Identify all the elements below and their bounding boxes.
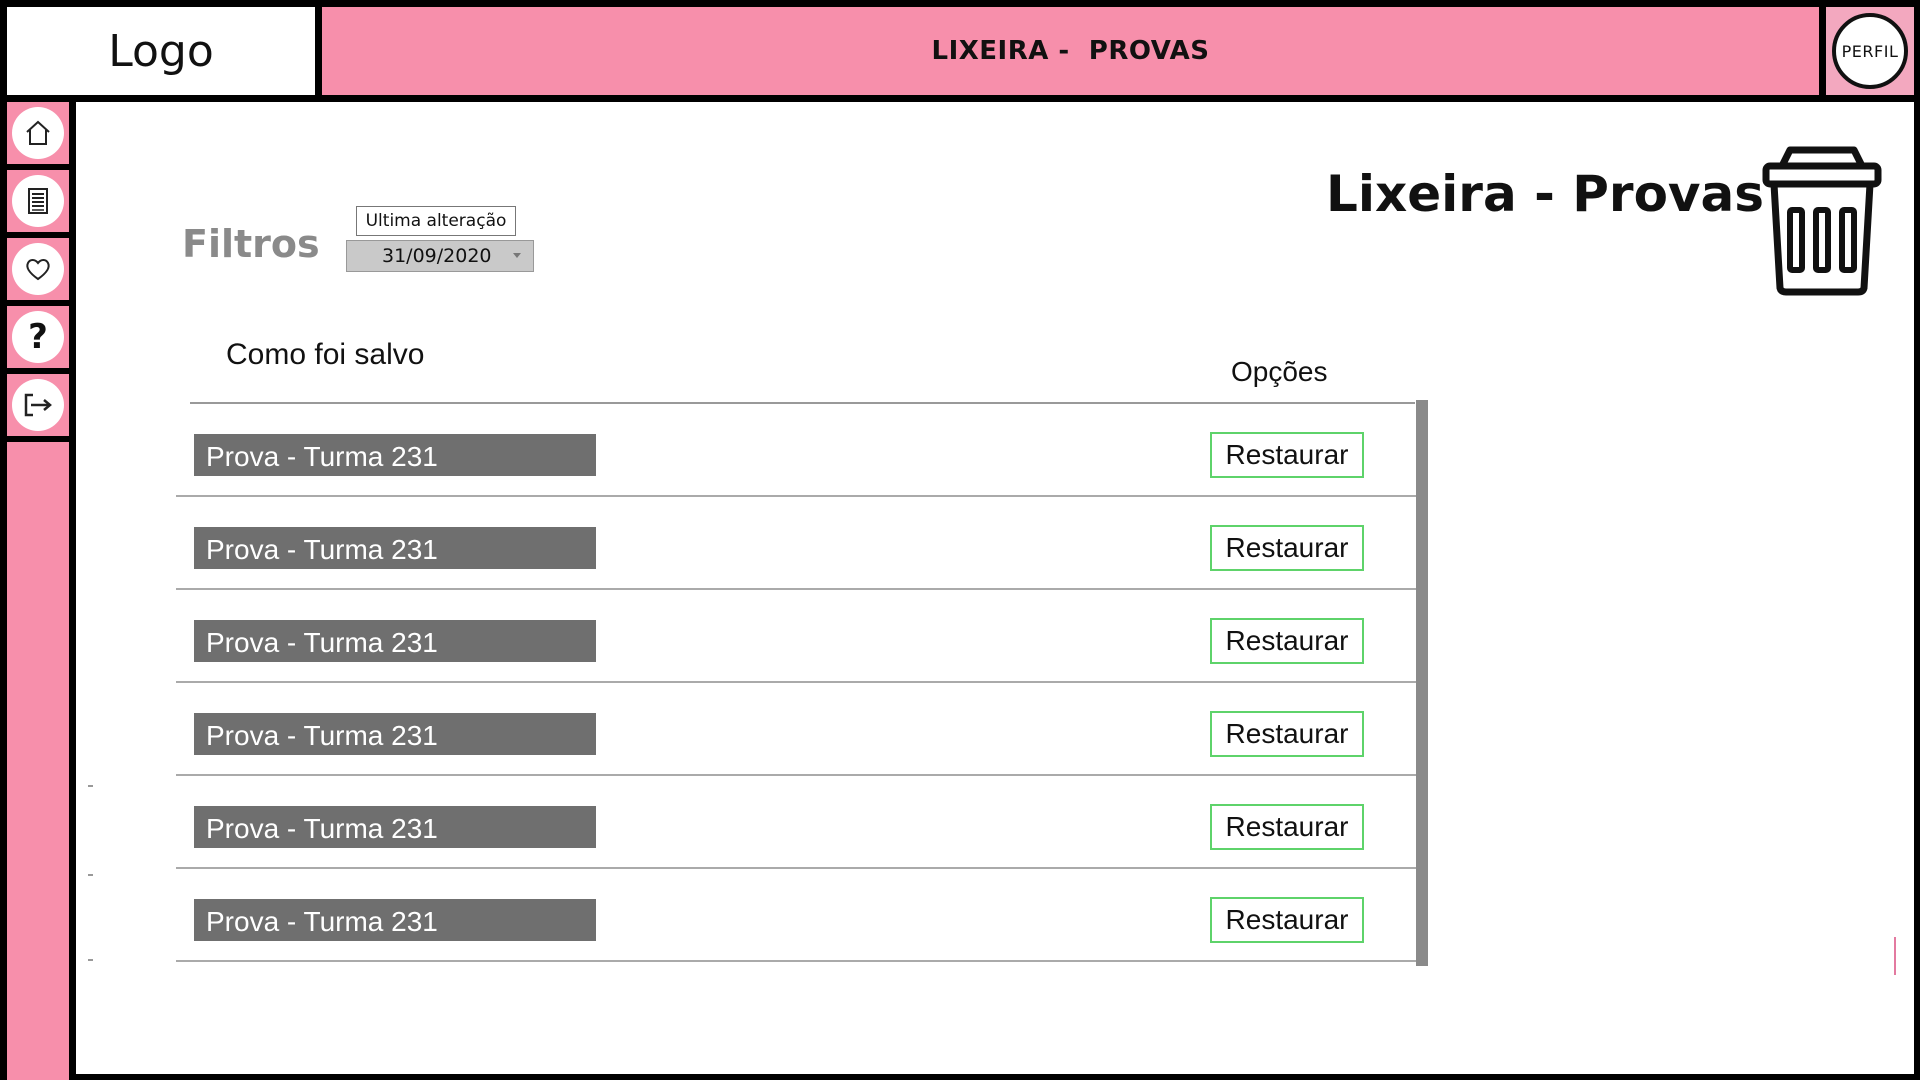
column-header-name: Como foi salvo bbox=[226, 338, 425, 371]
row-name: Prova - Turma 231 bbox=[194, 527, 596, 569]
logo[interactable]: Logo bbox=[7, 7, 315, 95]
table-row: Prova - Turma 231 Restaurar bbox=[176, 404, 1416, 497]
restore-button[interactable]: Restaurar bbox=[1210, 804, 1364, 850]
divider bbox=[1894, 937, 1896, 975]
divider bbox=[88, 959, 93, 961]
filters-label: Filtros bbox=[182, 222, 320, 266]
row-name: Prova - Turma 231 bbox=[194, 434, 596, 476]
row-name: Prova - Turma 231 bbox=[194, 713, 596, 755]
table-row: Prova - Turma 231 Restaurar bbox=[176, 590, 1416, 683]
profile-button[interactable]: PERFIL bbox=[1832, 13, 1908, 89]
column-header-options: Opções bbox=[1231, 356, 1328, 387]
sidebar-item-help[interactable]: ? bbox=[7, 306, 69, 368]
restore-button[interactable]: Restaurar bbox=[1210, 711, 1364, 757]
table-row: Prova - Turma 231 Restaurar bbox=[176, 683, 1416, 776]
restore-button[interactable]: Restaurar bbox=[1210, 618, 1364, 664]
profile-area: PERFIL bbox=[1826, 7, 1914, 95]
table-row: Prova - Turma 231 Restaurar bbox=[176, 869, 1416, 962]
restore-button[interactable]: Restaurar bbox=[1210, 432, 1364, 478]
restore-button[interactable]: Restaurar bbox=[1210, 525, 1364, 571]
divider bbox=[88, 785, 93, 787]
row-name: Prova - Turma 231 bbox=[194, 806, 596, 848]
sidebar-item-favorites[interactable] bbox=[7, 238, 69, 300]
trash-icon bbox=[1762, 146, 1882, 296]
restore-button[interactable]: Restaurar bbox=[1210, 897, 1364, 943]
logout-icon bbox=[24, 393, 52, 417]
row-name: Prova - Turma 231 bbox=[194, 620, 596, 662]
chevron-down-icon bbox=[513, 253, 521, 258]
home-icon bbox=[26, 120, 50, 145]
date-filter-select[interactable]: 31/09/2020 bbox=[346, 240, 534, 272]
scrollbar[interactable] bbox=[1416, 400, 1428, 966]
page-title: Lixeira - Provas bbox=[1326, 165, 1765, 223]
document-icon bbox=[28, 188, 48, 214]
row-name: Prova - Turma 231 bbox=[194, 899, 596, 941]
table-row: Prova - Turma 231 Restaurar bbox=[176, 776, 1416, 869]
sidebar: ? bbox=[7, 102, 69, 1080]
sidebar-item-home[interactable] bbox=[7, 102, 69, 164]
date-filter-value: 31/09/2020 bbox=[382, 245, 492, 267]
main-content: Lixeira - Provas Filtros Ultima alteraçã… bbox=[76, 102, 1914, 1074]
date-filter-caption: Ultima alteração bbox=[356, 206, 516, 236]
help-icon: ? bbox=[28, 317, 48, 357]
sidebar-item-logout[interactable] bbox=[7, 374, 69, 436]
divider bbox=[88, 874, 93, 876]
heart-icon bbox=[26, 259, 50, 281]
sidebar-item-documents[interactable] bbox=[7, 170, 69, 232]
header-title: LIXEIRA - PROVAS bbox=[322, 7, 1819, 95]
app-frame: Logo LIXEIRA - PROVAS PERFIL ? Lixeira -… bbox=[0, 0, 1920, 1080]
table-row: Prova - Turma 231 Restaurar bbox=[176, 497, 1416, 590]
